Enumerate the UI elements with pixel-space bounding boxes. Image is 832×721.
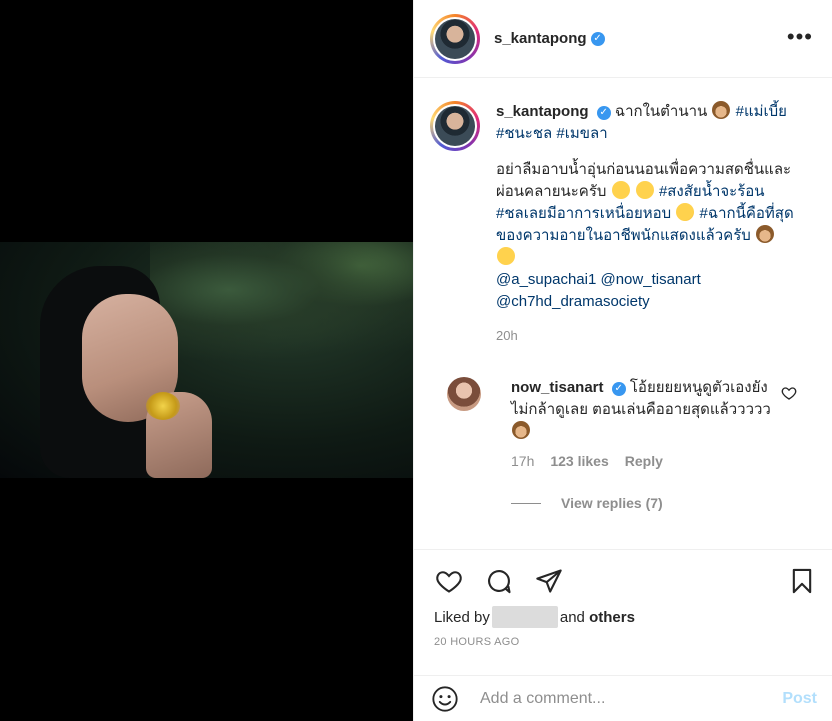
verified-icon: ✓ — [590, 31, 605, 46]
liked-by-suffix: and — [559, 608, 585, 626]
comments-section: s_kantapong ✓ ฉากในตำนาน #แม่เบี้ย #ชนะช… — [414, 79, 832, 549]
caption-body: s_kantapong ✓ ฉากในตำนาน #แม่เบี้ย #ชนะช… — [496, 101, 796, 347]
author-username[interactable]: s_kantapong — [494, 30, 587, 47]
commenter-username[interactable]: now_tisanart — [511, 379, 604, 396]
share-icon[interactable] — [534, 566, 564, 596]
more-horizontal-icon[interactable]: ••• — [787, 26, 813, 48]
comment-time[interactable]: 17h — [511, 453, 534, 469]
action-bar — [414, 550, 832, 598]
liked-by-prefix: Liked by — [434, 608, 490, 626]
liked-by: Liked by and others — [414, 598, 832, 628]
add-comment-bar: Post — [414, 675, 832, 721]
divider — [511, 502, 541, 504]
post-header: s_kantapong ✓ ••• — [414, 0, 832, 78]
hashtag[interactable]: #แม่เบี้ย — [736, 103, 787, 120]
author-avatar[interactable] — [430, 13, 480, 64]
hashtag[interactable]: #เมขลา — [556, 125, 607, 142]
comment-icon[interactable] — [484, 566, 514, 596]
photo-leaves — [150, 242, 413, 362]
commenter-avatar[interactable] — [447, 377, 481, 411]
view-replies-label: View replies (7) — [561, 495, 663, 511]
caption-text-line1: ฉากในตำนาน — [614, 103, 708, 120]
mention[interactable]: @a_supachai1 — [496, 271, 596, 288]
verified-icon: ✓ — [611, 382, 626, 396]
yum-face-icon — [635, 181, 654, 199]
post-sidebar: s_kantapong ✓ ••• s_kantapong ✓ ฉากในตำน… — [413, 0, 832, 721]
photo-flower — [146, 392, 180, 420]
hashtag[interactable]: #สงสัยน้ำจะร้อน — [659, 183, 765, 200]
emoji-icon[interactable] — [430, 684, 460, 714]
joy-face-icon — [497, 247, 515, 265]
hashtag[interactable]: #ชลเลยมีอาการเหนื่อยหอบ — [496, 205, 671, 222]
comment: now_tisanart ✓ โอ้ยยยยหนูดูตัวเองยังไม่ก… — [430, 377, 817, 443]
blurred-username — [491, 606, 558, 628]
mention[interactable]: @now_tisanart — [600, 271, 700, 288]
caption-time[interactable]: 20h — [496, 325, 796, 347]
comment-input[interactable] — [480, 689, 760, 708]
post-button[interactable]: Post — [782, 690, 817, 708]
see-no-evil-monkey-icon — [512, 421, 530, 439]
sweat-smile-icon — [676, 203, 695, 221]
like-icon[interactable] — [434, 566, 464, 596]
author-avatar-image — [435, 18, 475, 59]
caption-avatar[interactable] — [430, 101, 480, 151]
caption-username[interactable]: s_kantapong — [496, 103, 589, 120]
verified-icon: ✓ — [596, 106, 611, 120]
comment-meta: 17h 123 likes Reply — [511, 453, 817, 469]
media-pane — [0, 0, 413, 721]
reply-button[interactable]: Reply — [625, 453, 663, 469]
comment-likes[interactable]: 123 likes — [550, 453, 608, 469]
like-comment-icon[interactable] — [781, 385, 797, 401]
hashtag[interactable]: #ชนะชล — [496, 125, 552, 142]
view-replies-button[interactable]: View replies (7) — [511, 495, 817, 511]
liked-by-others[interactable]: others — [589, 609, 635, 626]
relieved-face-icon — [611, 181, 630, 199]
post-photo[interactable] — [0, 242, 413, 478]
mention[interactable]: @ch7hd_dramasociety — [496, 293, 650, 310]
actions-section: Liked by and others 20 HOURS AGO — [414, 549, 832, 675]
comment-body: now_tisanart ✓ โอ้ยยยยหนูดูตัวเองยังไม่ก… — [511, 377, 771, 443]
bookmark-icon[interactable] — [787, 566, 817, 596]
see-no-evil-monkey-icon — [712, 101, 731, 119]
see-no-evil-monkey-icon — [755, 225, 774, 243]
instagram-post: s_kantapong ✓ ••• s_kantapong ✓ ฉากในตำน… — [0, 0, 832, 721]
caption: s_kantapong ✓ ฉากในตำนาน #แม่เบี้ย #ชนะช… — [430, 101, 817, 347]
post-timestamp[interactable]: 20 HOURS AGO — [414, 628, 832, 648]
